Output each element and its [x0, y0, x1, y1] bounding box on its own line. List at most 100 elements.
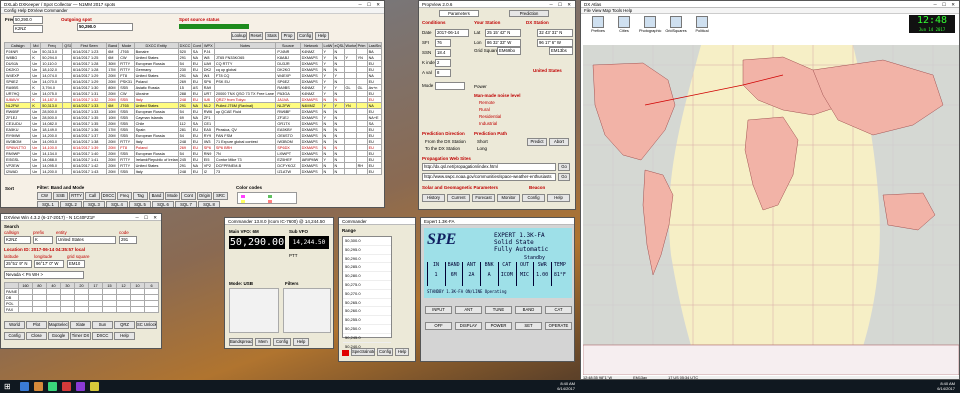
frequency-item[interactable]: 50,270.0: [343, 290, 391, 299]
lookup-button[interactable]: Lookup: [231, 32, 247, 40]
sql-button[interactable]: SQL 4: [106, 201, 128, 207]
commander-config-button[interactable]: Config: [273, 338, 291, 346]
band-filter-button[interactable]: Mode: [165, 192, 180, 200]
to-dx-option[interactable]: To the DX Station: [425, 146, 460, 151]
frequency-item[interactable]: 50,300.0: [343, 237, 391, 246]
window-controls[interactable]: ─ ☐ ✕: [136, 214, 160, 220]
frequency-item[interactable]: 50,250.0: [343, 325, 391, 334]
frequency-item[interactable]: 50,275.0: [343, 281, 391, 290]
propagation-button[interactable]: Current: [447, 194, 470, 202]
atlas-tool-political[interactable]: Political: [691, 16, 713, 38]
grid-square-field[interactable]: EM10: [67, 260, 85, 268]
band-filter-button[interactable]: Call: [85, 192, 100, 200]
window-controls[interactable]: ─ ☐ ✕: [359, 1, 383, 7]
entity-select[interactable]: United States: [56, 236, 116, 244]
dxview-button[interactable]: Sun: [92, 321, 113, 329]
amp-button[interactable]: SET: [515, 322, 542, 330]
atlas-tool-cities[interactable]: Cities: [613, 16, 635, 38]
help-button[interactable]: Help: [315, 32, 329, 40]
go-button-2[interactable]: Go: [558, 173, 570, 181]
sfi-field[interactable]: 76: [435, 39, 451, 47]
callsign-field[interactable]: K2NZ: [13, 25, 43, 33]
frequency-item[interactable]: 50,260.0: [343, 307, 391, 317]
taskbar-clock[interactable]: 8:40 AM 6/14/2017: [535, 381, 575, 391]
dx-lon-field[interactable]: 96 17' 6" W: [537, 39, 573, 47]
sub-vfo-display[interactable]: 14,244.50: [289, 236, 329, 249]
noise-residential[interactable]: Residential: [479, 114, 501, 119]
sql-button[interactable]: SQL 5: [129, 201, 151, 207]
band-filter-button[interactable]: SRC: [213, 192, 228, 200]
short-path-option[interactable]: Short: [477, 139, 488, 144]
menu-bar[interactable]: Config Help DXView Commander: [1, 8, 384, 14]
app-icon[interactable]: [90, 382, 99, 391]
code-input[interactable]: 291: [119, 236, 137, 244]
your-lon-field[interactable]: 86 32' 33" W: [485, 39, 521, 47]
windows-start-icon[interactable]: ⊞: [4, 382, 13, 391]
dx-lat-field[interactable]: 32 43' 31" N: [537, 29, 573, 37]
app-icon[interactable]: [48, 382, 57, 391]
sql-button[interactable]: SQL 3: [83, 201, 105, 207]
band-filter-button[interactable]: SSB: [53, 192, 68, 200]
date-field[interactable]: 2017-06-14: [435, 29, 469, 37]
amp-button[interactable]: BAND: [515, 306, 542, 314]
atlas-tool-photographic[interactable]: Photographic: [639, 16, 661, 38]
url-field-1[interactable]: http://dx.qsl.net/propagation/index.html: [422, 163, 556, 171]
frequency-item[interactable]: 50,265.0: [343, 299, 391, 308]
bandspread-help-button[interactable]: Help: [395, 348, 409, 356]
location-field[interactable]: Nevada < Pn WH >: [4, 271, 84, 279]
prop-button[interactable]: Prop: [281, 32, 295, 40]
propagation-button[interactable]: Config: [522, 194, 545, 202]
frequency-list[interactable]: 50,300.0 50,295.0 50,290.0 50,285.0 50,280.0…: [342, 236, 392, 352]
from-dx-option[interactable]: From the DX Station: [425, 139, 466, 144]
your-lat-field[interactable]: 25 15' 42" N: [485, 29, 521, 37]
bandspread-button[interactable]: Bandspread: [229, 338, 253, 346]
taskbar-clock-2[interactable]: 8:40 AM 6/14/2017: [915, 381, 955, 391]
long-path-option[interactable]: Long: [477, 146, 487, 151]
dx-grid-field[interactable]: EM13bs: [549, 47, 573, 55]
spot-table[interactable]: CallsignMdFreqQSOFirst SeenBandModeDXCC …: [3, 42, 383, 175]
ssn-field[interactable]: 18.4: [435, 49, 451, 57]
abort-button[interactable]: Abort: [549, 138, 569, 146]
noise-industrial[interactable]: Industrial: [479, 121, 497, 126]
amp-button[interactable]: OPERATE: [545, 322, 572, 330]
sql-button[interactable]: SQL 2: [60, 201, 82, 207]
dxview-button[interactable]: SC Unlock: [136, 321, 157, 329]
stats-button[interactable]: Stats: [265, 32, 279, 40]
frequency-item[interactable]: 50,280.0: [343, 272, 391, 281]
amp-button[interactable]: POWER: [485, 322, 512, 330]
your-grid-field[interactable]: EM69bo: [497, 47, 521, 55]
window-controls[interactable]: ─ ☐ ✕: [550, 1, 574, 7]
noise-rural[interactable]: Rural: [479, 107, 490, 112]
dxview-button[interactable]: Config: [4, 332, 25, 340]
sql-button[interactable]: SQL 6: [152, 201, 174, 207]
amp-button[interactable]: OFF: [425, 322, 452, 330]
frequency-item[interactable]: 50,245.0: [343, 334, 391, 343]
amp-button[interactable]: CAT: [545, 306, 572, 314]
window-controls[interactable]: ─ ☐ ✕: [934, 1, 958, 7]
sql-button[interactable]: SQL 8: [198, 201, 220, 207]
dxview-button[interactable]: Google: [48, 332, 69, 340]
amp-button[interactable]: INPUT: [425, 306, 452, 314]
commander-help-button[interactable]: Help: [293, 338, 309, 346]
sql-button[interactable]: SQL 7: [175, 201, 197, 207]
band-filter-button[interactable]: DXCC: [101, 192, 116, 200]
longitude-field[interactable]: 96°17' 0" W: [34, 260, 64, 268]
latitude-field[interactable]: 25°51' 9" N: [4, 260, 32, 268]
dxview-button[interactable]: World: [4, 321, 25, 329]
mode-radio-group[interactable]: [229, 288, 279, 333]
band-filter-button[interactable]: Origin: [197, 192, 212, 200]
table-row[interactable]: I2WAD Un 14,200.0 6/14/2017 1:43 20M SSB Italy…: [3, 168, 383, 175]
spectralnote-button[interactable]: Spectralnote: [351, 348, 375, 356]
propagation-button[interactable]: Forecast: [472, 194, 495, 202]
tab-parameters[interactable]: Parameters: [439, 10, 479, 17]
band-filter-button[interactable]: Band: [149, 192, 164, 200]
band-filter-button[interactable]: CW: [37, 192, 52, 200]
dx-atlas-menu[interactable]: File View Map Tools Help: [581, 8, 959, 14]
propagation-button[interactable]: Monitor: [497, 194, 520, 202]
band-filter-button[interactable]: RTTY: [69, 192, 84, 200]
app-icon[interactable]: [62, 382, 71, 391]
amp-button[interactable]: TUNE: [485, 306, 512, 314]
dxview-button[interactable]: Xlate: [70, 321, 91, 329]
sql-button[interactable]: SQL 1: [37, 201, 59, 207]
kindex-field[interactable]: 2: [435, 59, 451, 67]
